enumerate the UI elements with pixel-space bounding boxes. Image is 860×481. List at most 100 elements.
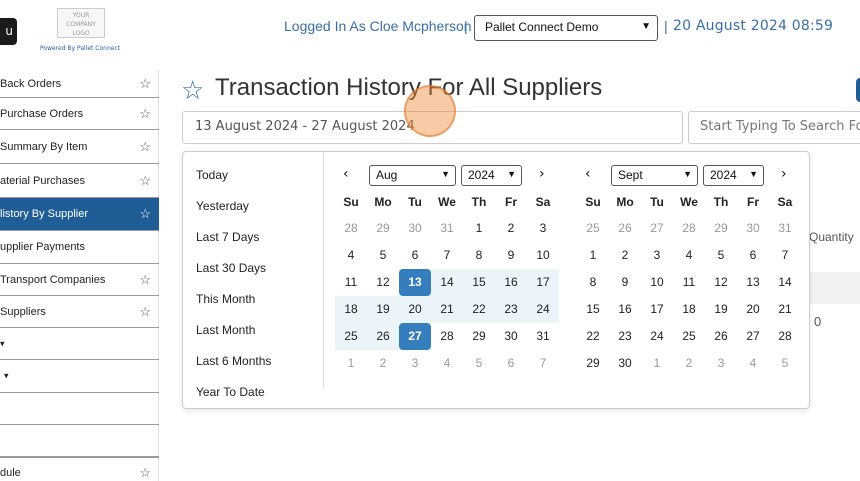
calendar-day[interactable]: 6 (737, 242, 769, 269)
sidebar-item-blank[interactable] (0, 425, 159, 457)
star-icon[interactable]: ☆ (139, 76, 151, 92)
range-last-month[interactable]: Last Month (196, 323, 255, 337)
sidebar-item-group[interactable]: ▾ (0, 360, 159, 393)
sidebar-item-history-by-supplier[interactable]: listory By Supplier ☆ (0, 198, 159, 231)
calendar-day[interactable]: 25 (673, 323, 705, 350)
calendar-day[interactable]: 16 (609, 296, 641, 323)
calendar-day[interactable]: 28 (335, 215, 367, 242)
calendar-day[interactable]: 30 (495, 323, 527, 350)
calendar-day[interactable]: 9 (609, 269, 641, 296)
calendar-day[interactable]: 14 (769, 269, 801, 296)
range-this-month[interactable]: This Month (196, 292, 255, 306)
range-last-7-days[interactable]: Last 7 Days (196, 230, 259, 244)
year-select[interactable]: 2024 ▼ (461, 165, 522, 186)
sidebar-item-schedule[interactable]: dule ☆ (0, 457, 159, 481)
calendar-day[interactable]: 29 (705, 215, 737, 242)
calendar-day[interactable]: 22 (577, 323, 609, 350)
calendar-day[interactable]: 19 (367, 296, 399, 323)
sidebar-item-summary-by-item[interactable]: Summary By Item ☆ (0, 130, 159, 164)
calendar-day[interactable]: 11 (673, 269, 705, 296)
calendar-day[interactable]: 21 (431, 296, 463, 323)
calendar-day[interactable]: 12 (705, 269, 737, 296)
next-month-icon[interactable]: › (781, 166, 787, 182)
calendar-day[interactable]: 9 (495, 242, 527, 269)
calendar-day[interactable]: 17 (641, 296, 673, 323)
calendar-day[interactable]: 27 (399, 323, 431, 350)
month-select[interactable]: Aug ▼ (369, 165, 456, 186)
calendar-day[interactable]: 29 (367, 215, 399, 242)
calendar-day[interactable]: 1 (335, 350, 367, 377)
calendar-day[interactable]: 14 (431, 269, 463, 296)
calendar-day[interactable]: 31 (527, 323, 559, 350)
calendar-day[interactable]: 5 (367, 242, 399, 269)
menu-button[interactable]: u (0, 18, 17, 45)
sidebar-item-transport-companies[interactable]: Transport Companies ☆ (0, 264, 159, 296)
prev-month-icon[interactable]: ‹ (585, 166, 591, 182)
star-icon[interactable]: ☆ (139, 304, 151, 320)
calendar-day[interactable]: 24 (527, 296, 559, 323)
range-year-to-date[interactable]: Year To Date (196, 385, 265, 399)
star-icon[interactable]: ☆ (139, 139, 151, 155)
calendar-day[interactable]: 27 (641, 215, 673, 242)
star-icon[interactable]: ☆ (139, 465, 151, 481)
calendar-day[interactable]: 26 (705, 323, 737, 350)
calendar-day[interactable]: 23 (609, 323, 641, 350)
calendar-day[interactable]: 4 (431, 350, 463, 377)
calendar-day[interactable]: 12 (367, 269, 399, 296)
range-last-6-months[interactable]: Last 6 Months (196, 354, 271, 368)
calendar-day[interactable]: 18 (335, 296, 367, 323)
calendar-day[interactable]: 2 (495, 215, 527, 242)
calendar-day[interactable]: 2 (673, 350, 705, 377)
calendar-day[interactable]: 20 (399, 296, 431, 323)
calendar-day[interactable]: 3 (527, 215, 559, 242)
calendar-day[interactable]: 25 (335, 323, 367, 350)
calendar-day[interactable]: 28 (431, 323, 463, 350)
calendar-day[interactable]: 3 (641, 242, 673, 269)
calendar-day[interactable]: 13 (737, 269, 769, 296)
calendar-day[interactable]: 6 (399, 242, 431, 269)
calendar-day[interactable]: 4 (737, 350, 769, 377)
calendar-day[interactable]: 22 (463, 296, 495, 323)
calendar-day[interactable]: 7 (431, 242, 463, 269)
sidebar-item-material-purchases[interactable]: aterial Purchases ☆ (0, 164, 159, 198)
star-icon[interactable]: ☆ (181, 76, 204, 106)
prev-month-icon[interactable]: ‹ (343, 166, 349, 182)
calendar-day[interactable]: 5 (769, 350, 801, 377)
year-select[interactable]: 2024 ▼ (703, 165, 764, 186)
calendar-day[interactable]: 4 (673, 242, 705, 269)
calendar-day[interactable]: 18 (673, 296, 705, 323)
calendar-day[interactable]: 17 (527, 269, 559, 296)
calendar-day[interactable]: 15 (463, 269, 495, 296)
calendar-day[interactable]: 1 (577, 242, 609, 269)
calendar-day[interactable]: 3 (399, 350, 431, 377)
calendar-day[interactable]: 1 (463, 215, 495, 242)
calendar-day[interactable]: 29 (577, 350, 609, 377)
calendar-day[interactable]: 7 (769, 242, 801, 269)
sidebar-item-back-orders[interactable]: Back Orders ☆ (0, 70, 159, 98)
calendar-day[interactable]: 16 (495, 269, 527, 296)
next-month-icon[interactable]: › (539, 166, 545, 182)
calendar-day[interactable]: 1 (641, 350, 673, 377)
calendar-day[interactable]: 2 (609, 242, 641, 269)
calendar-day[interactable]: 2 (367, 350, 399, 377)
calendar-day[interactable]: 5 (705, 242, 737, 269)
star-icon[interactable]: ☆ (139, 106, 151, 122)
company-select[interactable]: Pallet Connect Demo ▼ (474, 15, 658, 41)
sidebar-item-suppliers[interactable]: Suppliers ☆ (0, 296, 159, 328)
calendar-day[interactable]: 8 (577, 269, 609, 296)
calendar-day[interactable]: 11 (335, 269, 367, 296)
star-icon[interactable]: ☆ (139, 272, 151, 288)
calendar-day[interactable]: 28 (673, 215, 705, 242)
calendar-day[interactable]: 25 (577, 215, 609, 242)
calendar-day[interactable]: 7 (527, 350, 559, 377)
calendar-day[interactable]: 31 (431, 215, 463, 242)
month-select[interactable]: Sept ▼ (611, 165, 698, 186)
range-yesterday[interactable]: Yesterday (196, 199, 249, 213)
calendar-day[interactable]: 23 (495, 296, 527, 323)
calendar-day[interactable]: 15 (577, 296, 609, 323)
calendar-day[interactable]: 26 (609, 215, 641, 242)
calendar-day[interactable]: 30 (399, 215, 431, 242)
calendar-day[interactable]: 6 (495, 350, 527, 377)
range-last-30-days[interactable]: Last 30 Days (196, 261, 266, 275)
sidebar-item-supplier-payments[interactable]: upplier Payments (0, 231, 159, 264)
